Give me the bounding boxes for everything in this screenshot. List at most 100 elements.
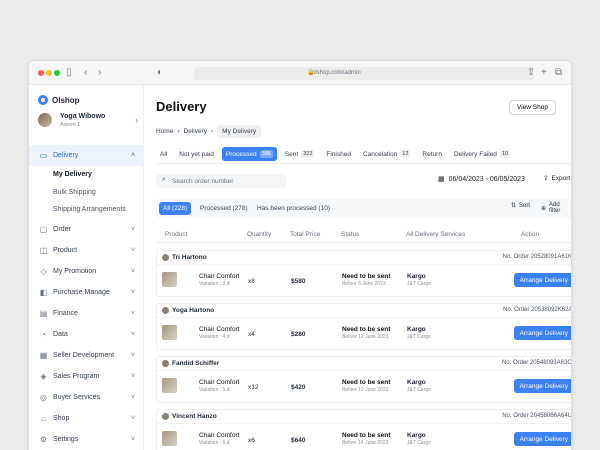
process-subtabs: All (228) Processed (278) Has been proce…: [156, 199, 571, 218]
chevron-down-icon: ˅: [130, 288, 135, 296]
subtab-processed[interactable]: Processed (278): [196, 202, 252, 215]
chevron-down-icon: ˅: [130, 246, 135, 254]
product-variation: Variation : 3,d: [199, 281, 230, 287]
total-price: $420: [291, 384, 306, 391]
grid-icon: ▦: [39, 350, 48, 360]
tab-count-badge: 10: [499, 150, 511, 158]
arrange-delivery-button[interactable]: Arrange Delivery: [513, 379, 571, 393]
tab-not-yet-paid[interactable]: Not yet paid: [175, 147, 218, 161]
tab-sent[interactable]: Sent 322: [281, 147, 319, 161]
status-deadline: Before 6 June 2023: [342, 281, 386, 287]
sidebar-item-product[interactable]: ◫ Product ˅: [29, 240, 144, 261]
tab-return[interactable]: Return: [418, 147, 446, 161]
tab-processed[interactable]: Processed 386: [221, 147, 277, 161]
breadcrumb-home[interactable]: Home: [156, 128, 173, 135]
order-number: No. Order 20528091A61KY: [502, 254, 572, 260]
forward-icon[interactable]: ›: [98, 67, 101, 79]
subtab-has-been-processed[interactable]: Has been processed (10): [253, 202, 334, 215]
total-price: $640: [291, 437, 306, 444]
sidebar-item-settings[interactable]: ⚙ Settings ˅: [29, 429, 144, 450]
tabs-overview-icon[interactable]: ⧉: [555, 67, 562, 79]
subtab-all[interactable]: All (228): [159, 202, 192, 215]
status-deadline: Before 12 June 2023: [342, 387, 389, 393]
chevron-down-icon: ˅: [130, 267, 135, 275]
chevron-down-icon: ˅: [130, 372, 135, 380]
cube-icon: ◫: [39, 245, 48, 255]
sidebar-subitem-shipping-arrangements[interactable]: Shipping Arrangements: [29, 201, 144, 219]
arrange-delivery-button[interactable]: Arrange Delivery: [513, 326, 571, 340]
chevron-right-icon: ›: [177, 128, 180, 135]
sidebar-item-shop[interactable]: ⌂ Shop ˅: [29, 408, 144, 429]
product-name[interactable]: Chair Comfort: [199, 432, 239, 439]
shield-icon[interactable]: ◐: [157, 67, 163, 79]
sort-button[interactable]: ⇅ Sort: [511, 202, 530, 210]
export-button[interactable]: ⇪ Export: [543, 174, 570, 183]
product-thumbnail: [162, 272, 177, 287]
tab-label: Return: [422, 150, 442, 158]
tab-label: All: [160, 150, 168, 158]
brand-logo[interactable]: Olshop: [38, 95, 80, 105]
status-tabs: All Not yet paid Processed 386 Sent 322 Finish…: [156, 147, 571, 164]
sidebar-toggle-icon[interactable]: ▯: [66, 67, 72, 79]
user-name: Yoga Wibowo: [60, 113, 106, 120]
buyer-name[interactable]: Yoga Hartono: [172, 307, 214, 314]
breadcrumb-delivery[interactable]: Delivery: [184, 128, 207, 135]
order-status: Need to be sent: [342, 326, 391, 333]
minimize-window-button[interactable]: [46, 70, 52, 76]
add-filter-button[interactable]: ⊕ Add filter: [541, 202, 566, 214]
search-input[interactable]: [172, 175, 282, 187]
tab-cancelation[interactable]: Cancelation 12: [359, 147, 414, 161]
order-card-header: Vincent Hanzo No. Order 20458066A64UY: [157, 410, 571, 424]
cart-icon: ◧: [39, 287, 48, 297]
buyer-name[interactable]: Fandid Schiffer: [172, 360, 219, 367]
sidebar-item-sales-program[interactable]: ◈ Sales Program ˅: [29, 366, 144, 387]
sidebar-subitem-my-delivery[interactable]: My Delivery: [29, 166, 144, 184]
address-bar[interactable]: 🔒 olshop.com/admin: [194, 67, 534, 80]
user-profile[interactable]: Yoga Wibowo Admin 1 ›: [38, 113, 138, 131]
order-number: No. Order 20538092K62AY: [503, 307, 572, 313]
product-name[interactable]: Chair Comfort: [199, 326, 239, 333]
brand-name: Olshop: [52, 95, 80, 105]
sidebar-item-finance[interactable]: ▤ Finance ˅: [29, 303, 144, 324]
new-tab-icon[interactable]: +: [541, 67, 547, 79]
buyer-name[interactable]: Vincent Hanzo: [172, 413, 217, 420]
sidebar-item-order[interactable]: ▢ Order ˅: [29, 219, 144, 240]
quantity: x8: [248, 278, 255, 285]
tab-finished[interactable]: Finished: [322, 147, 355, 161]
sidebar-item-my-promotion[interactable]: ◇ My Promotion ˅: [29, 261, 144, 282]
close-window-button[interactable]: [38, 70, 44, 76]
delivery-service: J&T Cargo: [407, 334, 431, 340]
back-icon[interactable]: ‹: [84, 67, 87, 79]
avatar: [38, 113, 52, 127]
order-card-header: Tri Hartono No. Order 20528091A61KY: [157, 251, 572, 265]
sidebar-item-seller-development[interactable]: ▦ Seller Development ˅: [29, 345, 144, 366]
order-status: Need to be sent: [342, 432, 391, 439]
sidebar-item-buyer-services[interactable]: ◎ Buyer Services ˅: [29, 387, 144, 408]
sidebar-item-delivery[interactable]: ▭ Delivery ˄: [29, 145, 144, 166]
arrange-delivery-button[interactable]: Arrange Delivery: [513, 432, 571, 446]
product-name[interactable]: Chair Comfort: [199, 379, 239, 386]
chevron-up-icon: ˄: [130, 152, 135, 159]
view-shop-button[interactable]: View Shop: [509, 100, 556, 115]
truck-icon: ▭: [39, 151, 48, 160]
search-box[interactable]: ⌕: [156, 174, 286, 188]
sidebar-nav: ▭ Delivery ˄ My Delivery Bulk Shipping S…: [29, 145, 144, 450]
chevron-right-icon: ›: [211, 128, 214, 135]
tab-count-badge: 12: [400, 150, 411, 158]
chart-icon: ◔: [41, 329, 46, 339]
carrier-name: Kargo: [407, 379, 426, 386]
sidebar-item-purchase-manage[interactable]: ◧ Purchase Manage ˅: [29, 282, 144, 303]
sort-icon: ⇅: [511, 203, 517, 209]
sidebar-item-data[interactable]: ◔ Data ˅: [29, 324, 144, 345]
buyer-name[interactable]: Tri Hartono: [172, 254, 207, 261]
tab-delivery-failed[interactable]: Delivery Failed 10: [450, 147, 514, 161]
chevron-down-icon: ˅: [130, 330, 135, 338]
headset-icon: ◎: [40, 392, 47, 402]
arrange-delivery-button[interactable]: Arrange Delivery: [513, 273, 571, 287]
sidebar-subitem-bulk-shipping[interactable]: Bulk Shipping: [29, 184, 144, 202]
share-icon[interactable]: ⇪: [527, 67, 535, 79]
date-range-picker[interactable]: ▦ 06/04/2023 - 06/05/2023: [438, 175, 525, 184]
product-name[interactable]: Chair Comfort: [199, 273, 239, 280]
maximize-window-button[interactable]: [54, 70, 60, 76]
tab-all[interactable]: All: [156, 147, 171, 161]
